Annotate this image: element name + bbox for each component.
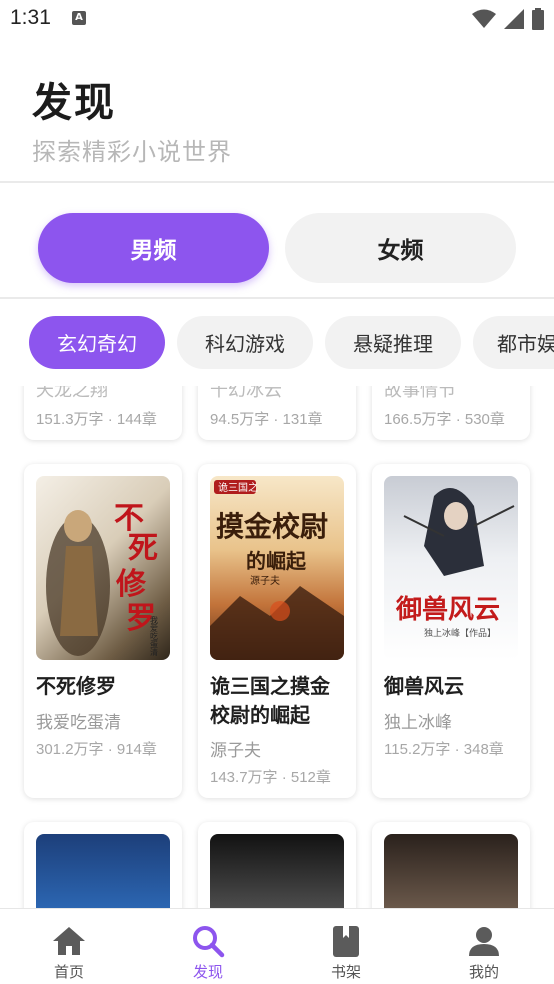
bottom-nav: 首页 发现 书架 我的 xyxy=(0,908,554,984)
book-cover xyxy=(384,834,518,908)
cover-art: 不 死 修 罗 我爱吃蛋清 xyxy=(46,501,159,657)
book-meta: 143.7万字 · 512章 xyxy=(210,769,331,786)
svg-text:源子夫: 源子夫 xyxy=(250,574,280,587)
page-subtitle: 探索精彩小说世界 xyxy=(32,138,232,166)
category-chips: 玄幻奇幻 科幻游戏 悬疑推理 都市娱乐 xyxy=(0,300,554,386)
nav-label: 书架 xyxy=(330,963,361,981)
book-title: 故事情节 xyxy=(384,386,456,401)
svg-text:的崛起: 的崛起 xyxy=(246,549,307,573)
book-meta: 151.3万字 · 144章 xyxy=(36,411,157,428)
status-time: 1:31 xyxy=(10,6,51,29)
svg-text:我爱吃蛋清: 我爱吃蛋清 xyxy=(150,615,159,657)
book-icon xyxy=(333,926,359,957)
book-title: 御兽风云 xyxy=(384,674,464,698)
search-icon xyxy=(193,926,225,958)
book-title: 天龙之翔 xyxy=(36,386,108,401)
nav-bookshelf[interactable]: 书架 xyxy=(306,909,386,984)
book-card[interactable] xyxy=(372,822,530,908)
person-icon xyxy=(469,927,499,956)
book-meta: 166.5万字 · 530章 xyxy=(384,411,505,428)
chip-dushi[interactable]: 都市娱乐 xyxy=(473,316,554,369)
book-meta: 94.5万字 · 131章 xyxy=(210,411,323,428)
svg-text:死: 死 xyxy=(128,531,158,566)
book-author: 独上冰峰 xyxy=(384,713,452,733)
gender-divider xyxy=(0,297,554,299)
gender-toggle: 男频 女频 xyxy=(0,184,554,298)
page-header: 发现 探索精彩小说世界 xyxy=(0,40,554,182)
nav-discover[interactable]: 发现 xyxy=(168,909,248,984)
status-icons xyxy=(472,8,544,30)
svg-text:独上冰峰【作品】: 独上冰峰【作品】 xyxy=(424,627,496,639)
book-title: 不死修罗 xyxy=(36,674,116,698)
book-card[interactable]: 御兽风云 独上冰峰【作品】 御兽风云 独上冰峰 115.2万字 · 348章 xyxy=(372,464,530,798)
book-cover: 诡三国之 摸金校尉 的崛起 源子夫 xyxy=(210,476,344,660)
a-letter-icon: A xyxy=(72,11,86,25)
nav-label: 我的 xyxy=(468,963,499,981)
book-title: 千幻冰云 xyxy=(210,386,282,401)
book-cover xyxy=(210,834,344,908)
svg-text:修: 修 xyxy=(115,567,147,602)
nav-home[interactable]: 首页 xyxy=(29,909,109,984)
book-card[interactable]: 天龙之翔 151.3万字 · 144章 xyxy=(24,386,182,440)
book-card[interactable]: 不 死 修 罗 我爱吃蛋清 不死修罗 我爱吃蛋清 301.2万字 · 914章 xyxy=(24,464,182,798)
svg-text:御兽风云: 御兽风云 xyxy=(395,594,500,625)
book-card[interactable]: 故事情节 166.5万字 · 530章 xyxy=(372,386,530,440)
book-title: 诡三国之摸金校尉的崛起 xyxy=(210,674,330,727)
svg-text:诡三国之: 诡三国之 xyxy=(218,481,258,494)
home-icon xyxy=(53,927,85,955)
chip-xuanhuan[interactable]: 玄幻奇幻 xyxy=(29,316,165,369)
nav-profile[interactable]: 我的 xyxy=(444,909,524,984)
chip-xuanyi[interactable]: 悬疑推理 xyxy=(325,316,461,369)
header-divider xyxy=(0,181,554,183)
book-meta: 115.2万字 · 348章 xyxy=(384,741,504,758)
tab-male[interactable]: 男频 xyxy=(38,213,269,283)
book-card[interactable] xyxy=(24,822,182,908)
status-bar: 1:31 A xyxy=(0,0,554,40)
cover-art: 御兽风云 独上冰峰【作品】 xyxy=(395,488,515,639)
book-grid: 天龙之翔 151.3万字 · 144章 千幻冰云 94.5万字 · 131章 故… xyxy=(0,386,554,908)
tab-female[interactable]: 女频 xyxy=(285,213,516,283)
nav-label: 发现 xyxy=(192,963,223,981)
book-card[interactable] xyxy=(198,822,356,908)
book-card[interactable]: 千幻冰云 94.5万字 · 131章 xyxy=(198,386,356,440)
cover-art: 诡三国之 摸金校尉 的崛起 源子夫 xyxy=(210,480,344,660)
wifi-icon xyxy=(472,9,496,28)
nav-label: 首页 xyxy=(53,963,84,981)
book-cover xyxy=(36,834,170,908)
book-author: 源子夫 xyxy=(210,741,261,761)
book-cover: 不 死 修 罗 我爱吃蛋清 xyxy=(36,476,170,660)
book-cover: 御兽风云 独上冰峰【作品】 xyxy=(384,476,518,660)
cellular-signal-icon xyxy=(504,9,524,29)
battery-icon xyxy=(532,8,544,30)
page-title: 发现 xyxy=(32,80,116,126)
chip-kehuan[interactable]: 科幻游戏 xyxy=(177,316,313,369)
svg-text:摸金校尉: 摸金校尉 xyxy=(216,510,328,543)
book-author: 我爱吃蛋清 xyxy=(36,713,121,733)
book-card[interactable]: 诡三国之 摸金校尉 的崛起 源子夫 诡三国之摸金校尉的崛起 源子夫 143.7万… xyxy=(198,464,356,798)
book-meta: 301.2万字 · 914章 xyxy=(36,741,157,758)
